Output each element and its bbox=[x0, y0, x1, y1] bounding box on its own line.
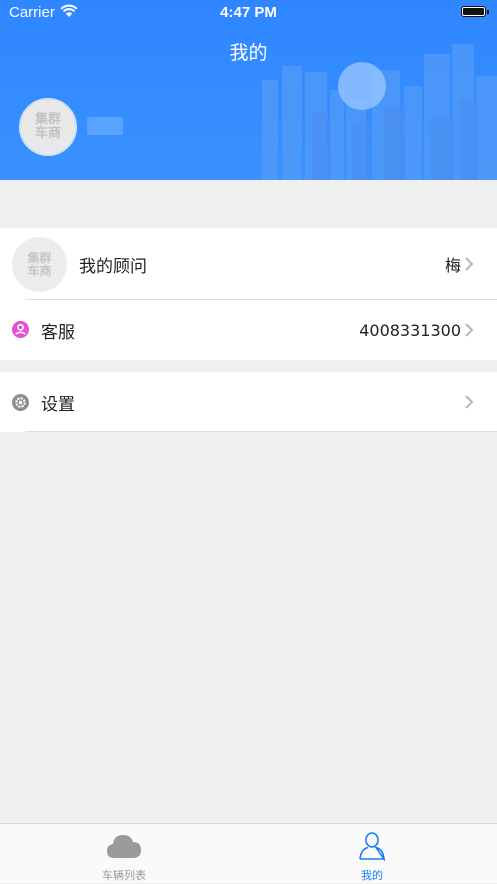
chevron-right-icon bbox=[465, 395, 474, 409]
user-avatar[interactable]: 集群 车商 bbox=[19, 98, 77, 156]
advisor-row[interactable]: 集群 车商 我的顾问 梅 bbox=[0, 228, 497, 300]
city-skyline-decoration bbox=[262, 44, 497, 180]
settings-row[interactable]: 设置 bbox=[0, 372, 497, 432]
advisor-avatar-line1: 集群 bbox=[27, 250, 52, 265]
gear-icon bbox=[12, 394, 29, 411]
cloud-icon bbox=[107, 835, 141, 858]
customer-service-label: 客服 bbox=[41, 322, 75, 343]
battery-icon bbox=[461, 6, 489, 17]
status-time: 4:47 PM bbox=[220, 4, 277, 21]
tab-vehicle-list[interactable]: 车辆列表 bbox=[0, 824, 248, 884]
user-name-placeholder bbox=[87, 117, 123, 135]
person-icon bbox=[359, 832, 386, 861]
customer-service-row[interactable]: 客服 4008331300 bbox=[0, 300, 497, 360]
page-title: 我的 bbox=[229, 42, 268, 64]
advisor-label: 我的顾问 bbox=[79, 256, 147, 277]
contact-section: 集群 车商 我的顾问 梅 客服 4008331300 bbox=[0, 228, 497, 360]
customer-service-icon bbox=[12, 321, 29, 338]
advisor-avatar: 集群 车商 bbox=[12, 237, 67, 292]
advisor-avatar-line2: 车商 bbox=[27, 263, 52, 278]
tab-mine[interactable]: 我的 bbox=[248, 824, 496, 884]
chevron-right-icon bbox=[465, 323, 474, 337]
status-bar: Carrier 4:47 PM bbox=[0, 0, 497, 26]
avatar-logo-line1: 集群 bbox=[34, 112, 61, 127]
chevron-right-icon bbox=[465, 257, 474, 271]
tab-vehicle-list-label: 车辆列表 bbox=[102, 869, 146, 882]
tab-mine-label: 我的 bbox=[361, 869, 383, 882]
customer-service-phone[interactable]: 4008331300 bbox=[359, 321, 461, 340]
advisor-name: 梅 bbox=[444, 256, 461, 275]
avatar-logo-line2: 车商 bbox=[34, 126, 61, 141]
settings-section: 设置 bbox=[0, 372, 497, 432]
tab-bar: 车辆列表 我的 bbox=[0, 823, 497, 883]
settings-label: 设置 bbox=[41, 394, 75, 415]
row-divider bbox=[25, 431, 497, 432]
profile-header: Carrier 4:47 PM 我的 集群 车商 bbox=[0, 0, 497, 180]
